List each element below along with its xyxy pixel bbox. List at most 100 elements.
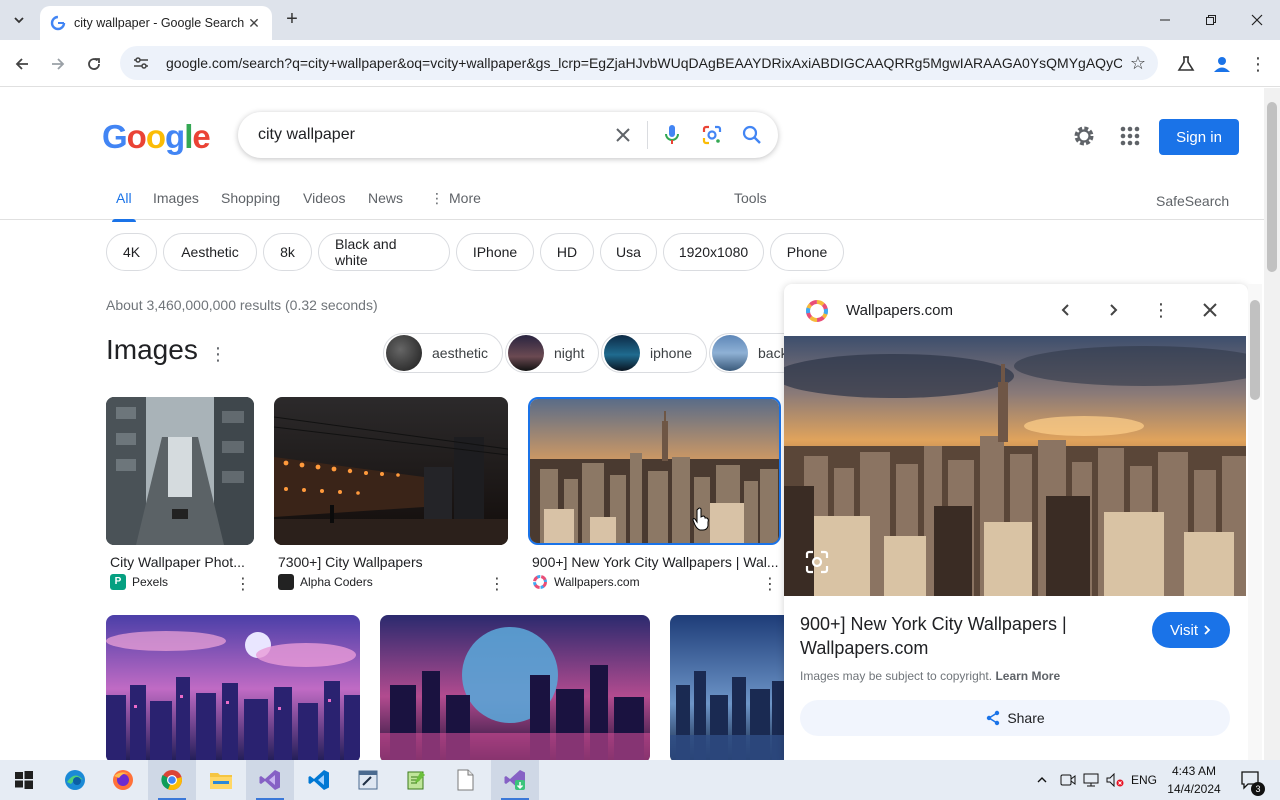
tab-close-icon[interactable]: ✕: [244, 13, 264, 33]
profile-button[interactable]: [1208, 50, 1236, 78]
image-caption[interactable]: 900+] New York City Wallpapers | Wal...: [532, 554, 778, 570]
taskbar-app-tool[interactable]: [344, 760, 392, 800]
next-image-button[interactable]: [1099, 296, 1127, 324]
tray-meet-now[interactable]: [1058, 760, 1078, 800]
tab-images[interactable]: Images: [153, 190, 199, 206]
filter-chip[interactable]: Usa: [600, 233, 657, 271]
tools-button[interactable]: Tools: [734, 190, 767, 206]
image-thumbnail[interactable]: [380, 615, 650, 760]
tab-shopping[interactable]: Shopping: [221, 190, 280, 206]
start-button[interactable]: [0, 760, 48, 800]
images-options-icon[interactable]: ⋮: [208, 344, 228, 364]
filter-chip[interactable]: 4K: [106, 233, 157, 271]
url-text[interactable]: google.com/search?q=city+wallpaper&oq=vc…: [166, 55, 1122, 71]
tray-volume[interactable]: [1104, 760, 1126, 800]
panel-site-name[interactable]: Wallpapers.com: [846, 302, 953, 319]
search-box[interactable]: city wallpaper: [238, 112, 778, 158]
image-result-card-selected[interactable]: 900+] New York City Wallpapers | Wal... …: [528, 397, 782, 597]
image-result-card[interactable]: 7300+] City Wallpapers Alpha Coders ⋮: [274, 397, 510, 597]
tab-more[interactable]: ⋮ More: [430, 190, 481, 207]
labs-button[interactable]: [1172, 50, 1200, 78]
taskbar-notepad[interactable]: [441, 760, 489, 800]
filter-chip[interactable]: Phone: [770, 233, 844, 271]
new-tab-button[interactable]: +: [280, 8, 304, 32]
clear-search-button[interactable]: [603, 115, 643, 155]
taskbar-visual-studio-2[interactable]: [491, 760, 539, 800]
tab-videos[interactable]: Videos: [303, 190, 346, 206]
browser-menu-button[interactable]: ⋮: [1244, 50, 1272, 78]
close-panel-button[interactable]: [1196, 296, 1224, 324]
filter-chip[interactable]: IPhone: [456, 233, 534, 271]
site-info-icon[interactable]: [132, 54, 150, 72]
tray-language[interactable]: ENG: [1128, 760, 1160, 800]
image-source[interactable]: P Pexels: [110, 574, 168, 590]
tab-news[interactable]: News: [368, 190, 403, 206]
refine-chip-night[interactable]: night: [505, 333, 600, 373]
visit-button[interactable]: Visit: [1152, 612, 1230, 648]
taskbar-edge[interactable]: [51, 760, 99, 800]
image-caption[interactable]: 7300+] City Wallpapers: [278, 554, 506, 570]
taskbar-visual-studio[interactable]: [246, 760, 294, 800]
reload-button[interactable]: [80, 50, 108, 78]
image-caption[interactable]: City Wallpaper Phot...: [110, 554, 252, 570]
refine-chip-aesthetic[interactable]: aesthetic: [383, 333, 504, 373]
panel-scrollbar-thumb[interactable]: [1250, 300, 1260, 400]
image-result-card[interactable]: [670, 615, 784, 760]
sign-in-button[interactable]: Sign in: [1159, 119, 1239, 155]
tab-all[interactable]: All: [112, 190, 136, 222]
panel-scrollbar[interactable]: [1248, 284, 1262, 760]
previous-image-button[interactable]: [1052, 296, 1080, 324]
share-button[interactable]: Share: [800, 700, 1230, 736]
page-scrollbar-thumb[interactable]: [1267, 102, 1277, 272]
filter-chip[interactable]: 8k: [263, 233, 312, 271]
taskbar-chrome[interactable]: [148, 760, 196, 800]
lens-search-image-button[interactable]: [804, 549, 834, 579]
taskbar-firefox[interactable]: [99, 760, 147, 800]
google-apps-button[interactable]: [1118, 124, 1142, 148]
panel-more-button[interactable]: ⋮: [1147, 296, 1175, 324]
tab-search-button[interactable]: [6, 8, 32, 32]
refine-chip-back[interactable]: back: [709, 333, 789, 373]
image-result-card[interactable]: [380, 615, 650, 760]
image-thumbnail[interactable]: [106, 397, 254, 545]
image-thumbnail[interactable]: [670, 615, 784, 760]
tray-network[interactable]: [1081, 760, 1101, 800]
minimize-button[interactable]: [1142, 0, 1188, 40]
filter-chip[interactable]: HD: [540, 233, 594, 271]
panel-image-title[interactable]: 900+] New York City Wallpapers | Wallpap…: [800, 612, 1100, 660]
tray-clock[interactable]: 4:43 AM 14/4/2024: [1164, 762, 1224, 798]
lens-search-button[interactable]: [692, 115, 732, 155]
address-bar[interactable]: google.com/search?q=city+wallpaper&oq=vc…: [120, 46, 1158, 80]
image-more-icon[interactable]: ⋮: [762, 574, 778, 594]
search-input[interactable]: city wallpaper: [258, 126, 603, 144]
filter-chip[interactable]: Black and white: [318, 233, 450, 271]
voice-search-button[interactable]: [652, 115, 692, 155]
filter-chip[interactable]: 1920x1080: [663, 233, 764, 271]
show-hidden-icons-button[interactable]: [1032, 760, 1052, 800]
forward-button[interactable]: [44, 50, 72, 78]
browser-tab[interactable]: city wallpaper - Google Search ✕: [40, 6, 272, 40]
taskbar-file-explorer[interactable]: [197, 760, 245, 800]
search-submit-button[interactable]: [732, 115, 772, 155]
image-result-card[interactable]: City Wallpaper Phot... P Pexels ⋮: [106, 397, 256, 597]
notification-center-button[interactable]: 3: [1234, 760, 1268, 800]
image-thumbnail[interactable]: [274, 397, 508, 545]
bookmark-star-icon[interactable]: ☆: [1130, 53, 1146, 74]
taskbar-vscode[interactable]: [295, 760, 343, 800]
refine-chip-iphone[interactable]: iphone: [601, 333, 708, 373]
taskbar-notepad-plus[interactable]: [392, 760, 440, 800]
image-source[interactable]: Alpha Coders: [278, 574, 373, 590]
filter-chip[interactable]: Aesthetic: [163, 233, 257, 271]
safesearch-button[interactable]: SafeSearch: [1156, 193, 1229, 209]
learn-more-link[interactable]: Learn More: [995, 669, 1060, 683]
image-thumbnail[interactable]: [528, 397, 781, 545]
page-scrollbar[interactable]: [1264, 88, 1280, 760]
back-button[interactable]: [8, 50, 36, 78]
image-thumbnail[interactable]: [106, 615, 360, 760]
image-source[interactable]: Wallpapers.com: [532, 574, 640, 590]
image-result-card[interactable]: [106, 615, 360, 760]
preview-image[interactable]: [784, 336, 1246, 596]
google-logo[interactable]: Google: [102, 118, 211, 156]
image-more-icon[interactable]: ⋮: [489, 574, 505, 594]
image-more-icon[interactable]: ⋮: [235, 574, 251, 594]
